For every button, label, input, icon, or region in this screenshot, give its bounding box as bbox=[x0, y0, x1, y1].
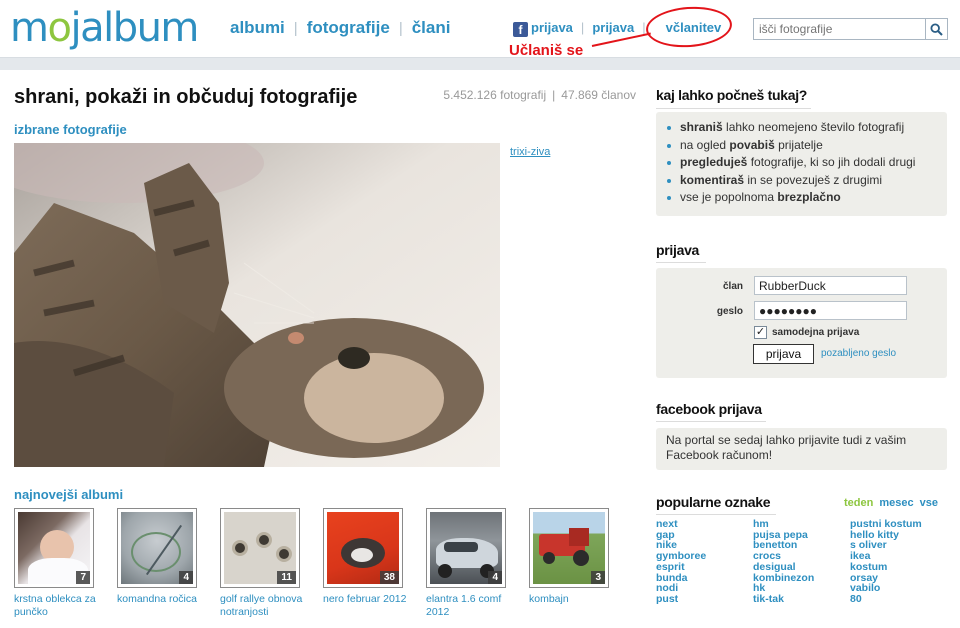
nav-fotografije[interactable]: fotografije bbox=[307, 18, 390, 37]
tag-link[interactable]: kostum bbox=[850, 562, 922, 573]
tag-link[interactable]: 80 bbox=[850, 594, 922, 605]
tag-link[interactable]: tik-tak bbox=[753, 594, 814, 605]
cat-photo-image bbox=[14, 143, 500, 467]
album-thumbnail[interactable]: 3 bbox=[529, 508, 609, 588]
heading-underline bbox=[656, 262, 706, 263]
featured-photo[interactable] bbox=[14, 143, 500, 467]
remember-me-label: samodejna prijava bbox=[772, 327, 860, 338]
photo-count-badge: 4 bbox=[488, 571, 502, 584]
album-item[interactable]: 3 kombajn bbox=[529, 508, 624, 606]
album-item[interactable]: 4 komandna ročica bbox=[117, 508, 212, 606]
features-list: shraniš lahko neomejeno število fotograf… bbox=[666, 119, 937, 207]
search-input[interactable] bbox=[754, 19, 926, 39]
site-stats: 5.452.126 fotografij | 47.869 članov bbox=[443, 88, 636, 102]
remember-me-checkbox[interactable]: ✓ bbox=[754, 326, 767, 339]
album-item[interactable]: 7 krstna oblekca za punčko bbox=[14, 508, 109, 619]
album-label[interactable]: nero februar 2012 bbox=[323, 593, 418, 606]
album-thumbnail[interactable]: 38 bbox=[323, 508, 403, 588]
tags-period-tabs: teden mesec vse bbox=[844, 497, 944, 509]
tab-teden[interactable]: teden bbox=[844, 497, 873, 509]
album-label[interactable]: krstna oblekca za punčko bbox=[14, 593, 109, 619]
album-label[interactable]: golf rallye obnova notranjosti bbox=[220, 593, 315, 619]
feature-item: shraniš lahko neomejeno število fotograf… bbox=[666, 119, 937, 137]
login-box: član geslo ✓ samodejna prijava prijava p… bbox=[656, 268, 947, 378]
album-thumbnail[interactable]: 7 bbox=[14, 508, 94, 588]
album-item[interactable]: 11 golf rallye obnova notranjosti bbox=[220, 508, 315, 619]
site-logo[interactable]: mojalbum bbox=[10, 4, 199, 52]
login-submit-button[interactable]: prijava bbox=[753, 344, 814, 364]
facebook-login-text: Na portal se sedaj lahko prijavite tudi … bbox=[666, 433, 907, 462]
album-item[interactable]: 38 nero februar 2012 bbox=[323, 508, 418, 606]
member-count: 47.869 članov bbox=[561, 88, 636, 102]
facebook-login-box[interactable]: Na portal se sedaj lahko prijavite tudi … bbox=[656, 428, 947, 470]
album-thumbnail[interactable]: 4 bbox=[117, 508, 197, 588]
username-label: član bbox=[722, 281, 743, 292]
feature-item: komentiraš in se povezuješ z drugimi bbox=[666, 172, 937, 190]
site-header: mojalbum albumi | fotografije | člani f prija… bbox=[0, 0, 960, 59]
featured-heading[interactable]: izbrane fotografije bbox=[14, 122, 127, 137]
photo-count-badge: 38 bbox=[379, 571, 399, 584]
login-link[interactable]: prijava bbox=[592, 20, 634, 35]
popular-tags-heading: popularne oznake bbox=[656, 494, 771, 510]
tags-column: next gap nike gymboree esprit bunda nodi… bbox=[656, 519, 706, 605]
search-box bbox=[753, 18, 948, 40]
nav-separator: | bbox=[293, 20, 298, 37]
album-thumbnail[interactable]: 4 bbox=[426, 508, 506, 588]
tags-column: pustni kostum hello kitty s oliver ikea … bbox=[850, 519, 922, 605]
tab-mesec[interactable]: mesec bbox=[879, 497, 913, 509]
features-heading: kaj lahko počneš tukaj? bbox=[656, 87, 808, 103]
page-title: shrani, pokaži in občuduj fotografije bbox=[14, 86, 358, 108]
annotation-circle bbox=[644, 4, 734, 50]
nav-albumi[interactable]: albumi bbox=[230, 18, 285, 37]
album-label[interactable]: komandna ročica bbox=[117, 593, 212, 606]
photo-count: 5.452.126 fotografij bbox=[443, 88, 547, 102]
feature-item: na ogled povabiš prijatelje bbox=[666, 137, 937, 155]
tag-link[interactable]: esprit bbox=[656, 562, 706, 573]
nav-clani[interactable]: člani bbox=[412, 18, 451, 37]
photo-credit-link[interactable]: trixi-ziva bbox=[510, 146, 550, 158]
tags-column: hm pujsa pepa benetton crocs desigual ko… bbox=[753, 519, 814, 605]
feature-item: pregleduješ fotografije, ki so jih dodal… bbox=[666, 154, 937, 172]
photo-count-badge: 4 bbox=[179, 571, 193, 584]
heading-underline bbox=[656, 514, 776, 515]
main-nav: albumi | fotografije | člani bbox=[230, 18, 450, 38]
facebook-icon: f bbox=[513, 22, 528, 37]
tag-link[interactable]: pust bbox=[656, 594, 706, 605]
forgot-password-link[interactable]: pozabljeno geslo bbox=[821, 348, 896, 359]
photo-count-badge: 7 bbox=[76, 571, 90, 584]
nav-separator: | bbox=[580, 20, 585, 35]
photo-count-badge: 3 bbox=[591, 571, 605, 584]
features-box: shraniš lahko neomejeno število fotograf… bbox=[656, 112, 947, 216]
password-field[interactable] bbox=[754, 301, 907, 320]
nav-separator: | bbox=[398, 20, 403, 37]
search-icon bbox=[930, 22, 943, 36]
album-item[interactable]: 4 elantra 1.6 comf 2012 bbox=[426, 508, 521, 619]
heading-underline bbox=[656, 108, 811, 109]
album-thumbnail[interactable]: 11 bbox=[220, 508, 300, 588]
password-label: geslo bbox=[716, 306, 743, 317]
tag-link[interactable]: desigual bbox=[753, 562, 814, 573]
feature-item: vse je popolnoma brezplačno bbox=[666, 189, 937, 207]
albums-heading[interactable]: najnovejši albumi bbox=[14, 487, 123, 502]
album-label[interactable]: kombajn bbox=[529, 593, 624, 606]
annotation-text: Učlaniš se bbox=[509, 42, 584, 59]
main-panel: shrani, pokaži in občuduj fotografije 5.… bbox=[0, 70, 960, 628]
album-label[interactable]: elantra 1.6 comf 2012 bbox=[426, 593, 521, 619]
heading-underline bbox=[656, 421, 766, 422]
username-field[interactable] bbox=[754, 276, 907, 295]
search-button[interactable] bbox=[925, 19, 947, 39]
photo-count-badge: 11 bbox=[277, 571, 296, 584]
facebook-login-heading: facebook prijava bbox=[656, 401, 762, 417]
tab-vse[interactable]: vse bbox=[920, 497, 938, 509]
facebook-login-link[interactable]: f prijava bbox=[513, 20, 573, 37]
login-heading: prijava bbox=[656, 242, 700, 258]
